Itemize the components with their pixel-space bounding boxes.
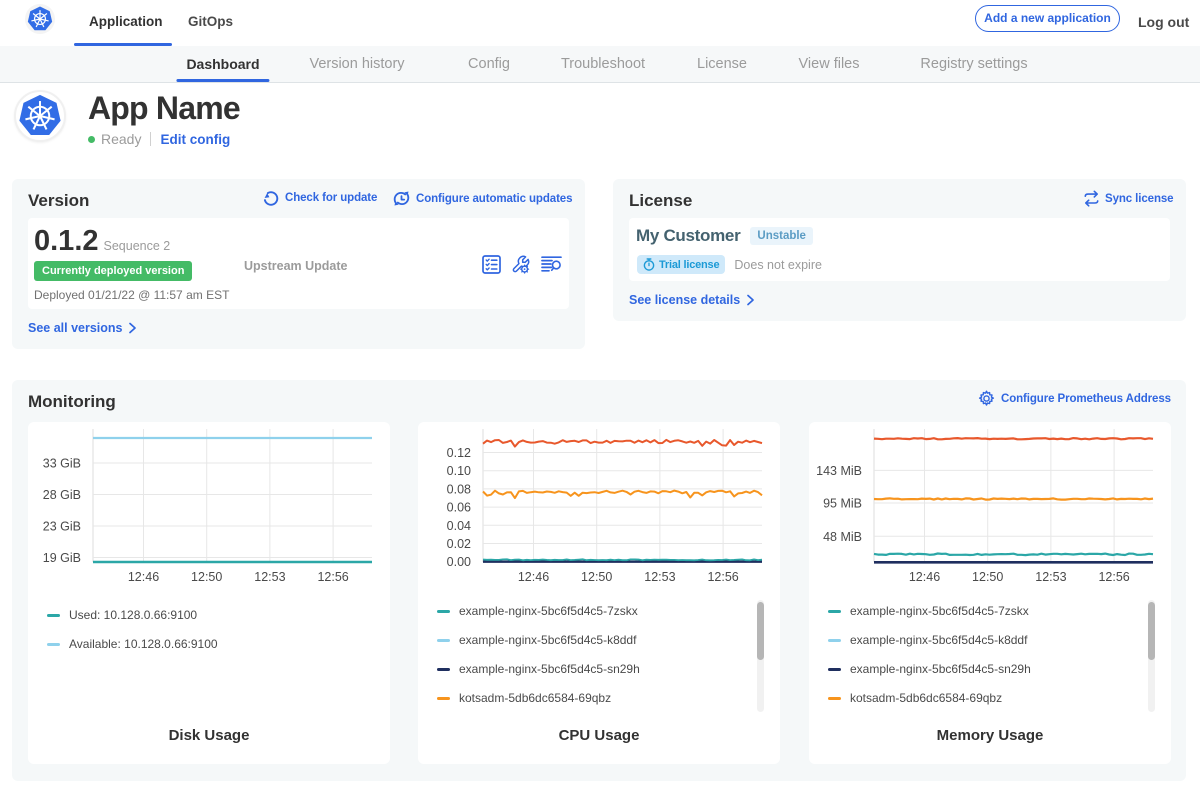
svg-text:12:46: 12:46 xyxy=(128,570,159,584)
svg-text:12:50: 12:50 xyxy=(581,570,612,584)
svg-text:12:50: 12:50 xyxy=(191,570,222,584)
svg-text:12:53: 12:53 xyxy=(254,570,285,584)
svg-text:0.12: 0.12 xyxy=(447,446,471,460)
svg-text:12:53: 12:53 xyxy=(1035,570,1066,584)
svg-text:0.10: 0.10 xyxy=(447,464,471,478)
svg-text:33 GiB: 33 GiB xyxy=(43,457,81,471)
svg-text:28 GiB: 28 GiB xyxy=(43,488,81,502)
svg-text:12:50: 12:50 xyxy=(972,570,1003,584)
svg-text:12:53: 12:53 xyxy=(644,570,675,584)
svg-text:0.00: 0.00 xyxy=(447,555,471,569)
svg-text:12:46: 12:46 xyxy=(518,570,549,584)
svg-text:95 MiB: 95 MiB xyxy=(823,497,862,511)
svg-text:19 GiB: 19 GiB xyxy=(43,551,81,565)
svg-text:12:56: 12:56 xyxy=(1098,570,1129,584)
svg-text:48 MiB: 48 MiB xyxy=(823,530,862,544)
svg-text:12:56: 12:56 xyxy=(707,570,738,584)
svg-text:0.04: 0.04 xyxy=(447,519,471,533)
svg-text:0.08: 0.08 xyxy=(447,482,471,496)
svg-text:12:46: 12:46 xyxy=(909,570,940,584)
svg-text:23 GiB: 23 GiB xyxy=(43,520,81,534)
svg-text:0.02: 0.02 xyxy=(447,537,471,551)
svg-text:143 MiB: 143 MiB xyxy=(816,464,862,478)
svg-text:12:56: 12:56 xyxy=(317,570,348,584)
svg-text:0.06: 0.06 xyxy=(447,501,471,515)
